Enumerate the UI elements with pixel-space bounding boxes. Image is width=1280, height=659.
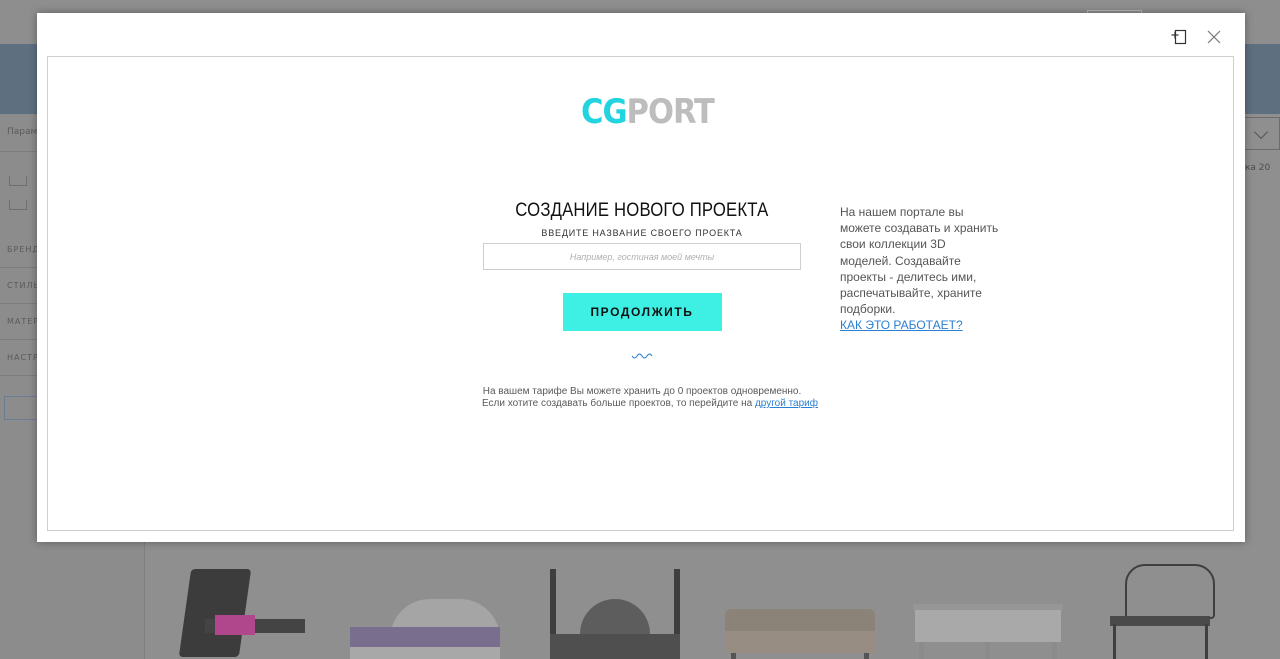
modal-subtitle: ВВЕДИТЕ НАЗВАНИЕ СВОЕГО ПРОЕКТА — [541, 228, 743, 238]
logo-port: PORT — [626, 92, 715, 132]
tariff-note-prefix: Если хотите создавать больше проектов, т… — [482, 398, 753, 409]
info-panel: На нашем портале вы можете создавать и х… — [840, 204, 1000, 334]
tariff-note-line2: Если хотите создавать больше проектов, т… — [482, 398, 818, 410]
product-dresser — [913, 604, 1063, 659]
how-it-works-link[interactable]: КАК ЭТО РАБОТАЕТ? — [840, 317, 1000, 333]
logo-cg: CG — [581, 92, 628, 132]
project-name-input[interactable] — [483, 243, 801, 270]
continue-button[interactable]: ПРОДОЛЖИТЬ — [562, 293, 722, 331]
product-bed-white — [350, 599, 500, 659]
expand-icon[interactable] — [1169, 26, 1191, 48]
close-icon[interactable] — [1203, 26, 1225, 48]
modal-content-frame: CGPORT СОЗДАНИЕ НОВОГО ПРОЕКТА ВВЕДИТЕ Н… — [47, 56, 1234, 531]
background-sort-select — [1243, 117, 1280, 150]
project-form: СОЗДАНИЕ НОВОГО ПРОЕКТА ВВЕДИТЕ НАЗВАНИЕ… — [482, 200, 818, 410]
product-canopy-bed — [550, 569, 680, 659]
tariff-note-line1: На вашем тарифе Вы можете хранить до 0 п… — [482, 386, 802, 397]
product-sofa — [725, 609, 875, 659]
product-wire-chair — [1105, 564, 1225, 659]
bed-category-icon — [9, 176, 27, 186]
new-project-modal: CGPORT СОЗДАНИЕ НОВОГО ПРОЕКТА ВВЕДИТЕ Н… — [37, 13, 1245, 542]
other-tariff-link[interactable]: другой тариф — [755, 398, 818, 409]
background-product-row — [145, 541, 1280, 659]
cgport-logo: CGPORT — [581, 92, 715, 132]
info-text: На нашем портале вы можете создавать и х… — [840, 205, 999, 317]
chevron-down-icon — [1253, 124, 1269, 140]
wave-divider-icon — [631, 353, 653, 359]
modal-title: СОЗДАНИЕ НОВОГО ПРОЕКТА — [515, 200, 769, 221]
table-category-icon — [9, 200, 27, 210]
product-lounge-chair — [178, 569, 305, 659]
tariff-note: На вашем тарифе Вы можете хранить до 0 п… — [482, 386, 818, 410]
